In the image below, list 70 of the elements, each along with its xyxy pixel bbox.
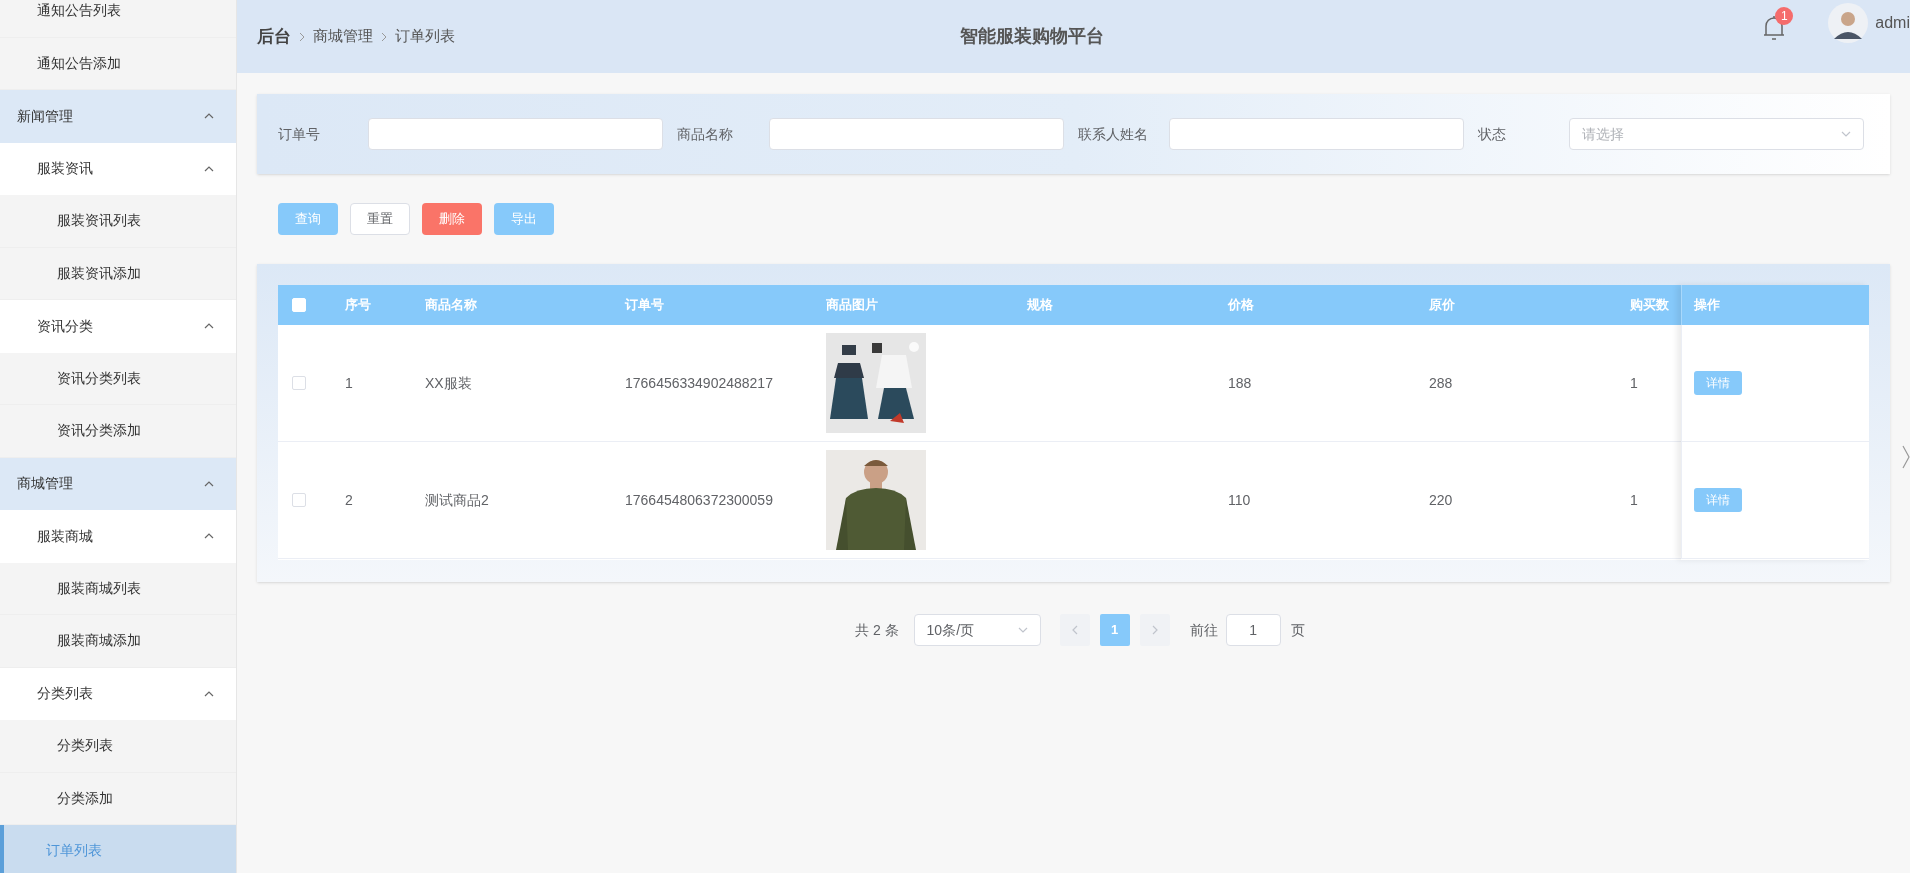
menu-item[interactable]: 服装商城添加 [0, 615, 236, 668]
column-header: 订单号 [624, 296, 665, 315]
avatar[interactable] [1828, 2, 1869, 43]
menu-group[interactable]: 商城管理 [0, 457, 236, 510]
field-label: 订单号 [278, 124, 321, 144]
column-header: 序号 [344, 296, 372, 315]
menu-item[interactable]: 服装商城列表 [0, 562, 236, 615]
field-label: 商品名称 [677, 124, 734, 144]
chevron-up-icon [204, 323, 214, 330]
page-size-select[interactable]: 10条/页 [913, 614, 1041, 646]
breadcrumb-item[interactable]: 订单列表 [395, 25, 455, 48]
chevron-right-icon [299, 31, 305, 42]
menu-item[interactable]: 服装资讯列表 [0, 195, 236, 248]
chevron-right-icon [1151, 625, 1158, 635]
input-field[interactable] [368, 118, 663, 150]
page-input[interactable]: 1 [1225, 614, 1281, 646]
column-header: 价格 [1226, 296, 1255, 315]
table-cell: 1 [345, 374, 353, 391]
page-suffix: 页 [1290, 620, 1305, 640]
next-page-button[interactable] [1139, 614, 1170, 646]
table-cell: 1766456334902488217 [625, 374, 773, 391]
column-header: 规格 [1026, 296, 1054, 315]
menu-item[interactable]: 资讯分类列表 [0, 352, 236, 405]
table-cell: 1 [1630, 491, 1638, 508]
action-button[interactable]: 重置 [350, 203, 410, 235]
table-cell: 288 [1429, 374, 1453, 391]
menu-item[interactable]: 服装资讯添加 [0, 247, 236, 300]
menu-item[interactable]: 资讯分类添加 [0, 405, 236, 458]
previous-page-button[interactable] [1059, 614, 1090, 646]
menu-item[interactable]: 通知公告添加 [0, 37, 236, 90]
table-cell: 110 [1228, 491, 1251, 508]
user-name[interactable]: admi [1875, 10, 1910, 35]
column-header: 购买数 [1629, 296, 1670, 315]
chevron-up-icon [204, 533, 214, 540]
checkbox[interactable] [292, 493, 306, 507]
menu-item[interactable]: 分类添加 [0, 772, 236, 825]
goto-label: 前往 [1189, 620, 1218, 640]
field-label: 联系人姓名 [1078, 124, 1149, 144]
table-cell: 188 [1228, 374, 1252, 391]
menu-group[interactable]: 新闻管理 [0, 90, 236, 143]
notification-badge: 1 [1775, 6, 1794, 25]
chevron-up-icon [204, 690, 214, 697]
table-cell: 1766454806372300059 [625, 491, 773, 508]
input-field[interactable] [769, 118, 1064, 150]
chevron-right-icon [381, 31, 387, 42]
field-label: 状态 [1478, 124, 1507, 144]
table-cell: XX服装 [425, 374, 472, 391]
table-cell: 220 [1429, 491, 1453, 508]
chevron-left-icon [1071, 625, 1078, 635]
input-field[interactable] [1169, 118, 1464, 150]
total-count: 共 2 条 [855, 620, 899, 640]
table-cell: 1 [1630, 374, 1638, 391]
menu-item[interactable]: 分类列表 [0, 720, 236, 773]
column-header: 商品图片 [825, 296, 879, 315]
page-title: 智能服装购物平台 [960, 25, 1104, 48]
menu-item[interactable]: 通知公告列表 [0, 0, 236, 38]
table-cell: 2 [345, 491, 353, 508]
table-cell: 测试商品2 [425, 491, 489, 508]
breadcrumb-item[interactable]: 商城管理 [313, 25, 373, 48]
chevron-right-icon[interactable] [1902, 445, 1910, 469]
caret-icon [1017, 627, 1028, 633]
column-header: 商品名称 [424, 296, 478, 315]
caret-icon [1841, 131, 1851, 137]
column-header: 原价 [1428, 296, 1456, 315]
breadcrumb-item[interactable]: 后台 [257, 23, 291, 50]
checkbox[interactable] [292, 376, 306, 390]
chevron-up-icon [204, 480, 214, 487]
chevron-up-icon [204, 113, 214, 120]
column-header: 操作 [1681, 285, 1869, 325]
chevron-up-icon [204, 165, 214, 172]
